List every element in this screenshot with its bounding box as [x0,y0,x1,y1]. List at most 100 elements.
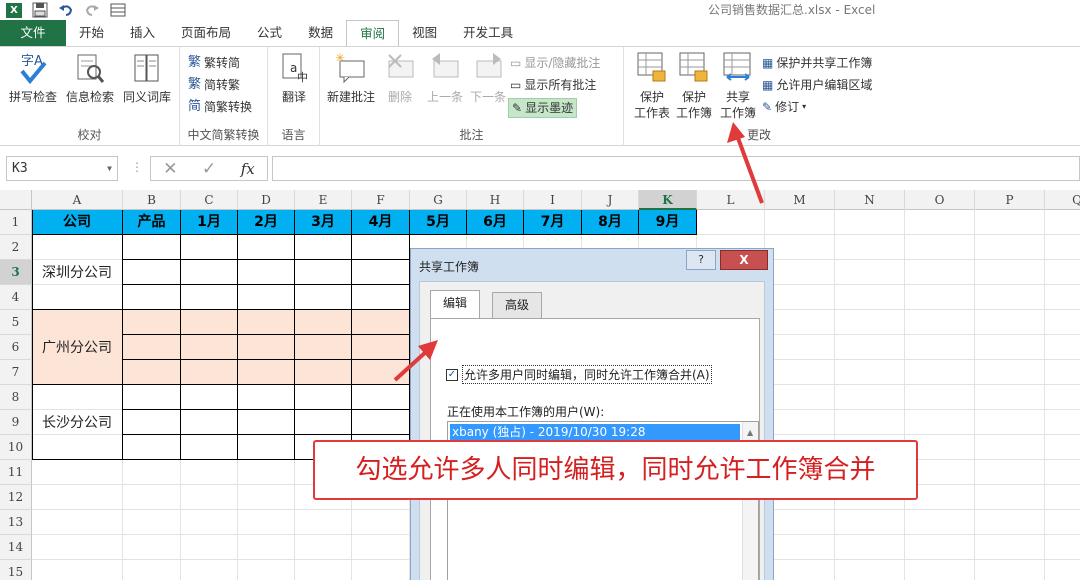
simp-to-trad-button[interactable]: 繁简转繁 [188,75,240,95]
table-cell[interactable] [181,360,238,385]
table-header-cell[interactable]: 8月 [582,210,639,235]
previous-comment-button[interactable]: 上一条 [422,51,468,105]
table-cell[interactable] [181,385,238,410]
protect-workbook-button[interactable]: 保护 工作簿 [672,51,716,121]
tab-editing[interactable]: 编辑 [430,290,481,318]
select-all-corner[interactable] [0,190,32,210]
table-cell[interactable] [295,310,352,335]
table-cell[interactable] [181,435,238,460]
column-header-n[interactable]: N [835,190,905,210]
cancel-icon[interactable]: ✕ [163,159,177,179]
column-header-d[interactable]: D [238,190,295,210]
show-all-comments-button[interactable]: ▭ 显示所有批注 [510,75,596,95]
table-cell[interactable] [295,260,352,285]
column-header-l[interactable]: L [697,190,765,210]
row-header-12[interactable]: 12 [0,485,32,510]
table-cell[interactable] [238,360,295,385]
close-button[interactable]: X [720,250,768,270]
column-header-a[interactable]: A [32,190,123,210]
table-cell[interactable] [238,310,295,335]
row-header-9[interactable]: 9 [0,410,32,435]
allow-multiuser-checkbox[interactable]: ✓ 允许多用户同时编辑，同时允许工作簿合并(A) [446,365,712,384]
column-header-q[interactable]: Q [1045,190,1080,210]
form-icon[interactable] [110,2,126,18]
insert-function-icon[interactable]: fx [241,160,255,178]
new-comment-button[interactable]: ✳ 新建批注 [322,51,380,105]
table-cell[interactable] [123,385,181,410]
table-cell[interactable] [295,385,352,410]
row-header-10[interactable]: 10 [0,435,32,460]
table-cell[interactable] [352,285,410,310]
translate-button[interactable]: a中 翻译 [272,51,316,105]
spell-check-button[interactable]: 字A 拼写检查 [6,51,60,105]
trad-to-simp-button[interactable]: 繁繁转简 [188,53,240,73]
table-cell[interactable] [352,335,410,360]
table-header-cell[interactable]: 公司 [32,210,123,235]
enter-icon[interactable]: ✓ [202,159,216,179]
thesaurus-button[interactable]: 同义词库 [118,51,176,105]
tab-page-layout[interactable]: 页面布局 [168,20,244,46]
table-cell[interactable] [123,410,181,435]
column-header-o[interactable]: O [905,190,975,210]
column-header-b[interactable]: B [123,190,181,210]
table-cell[interactable] [238,435,295,460]
allow-edit-ranges-button[interactable]: ▦ 允许用户编辑区域 [762,75,872,95]
column-header-c[interactable]: C [181,190,238,210]
company-cell[interactable]: 长沙分公司 [32,385,123,460]
table-cell[interactable] [352,410,410,435]
table-cell[interactable] [181,310,238,335]
table-cell[interactable] [295,235,352,260]
column-header-f[interactable]: F [352,190,410,210]
show-hide-comment-button[interactable]: ▭ 显示/隐藏批注 [510,53,600,73]
table-cell[interactable] [123,435,181,460]
tab-advanced[interactable]: 高级 [492,292,543,318]
chinese-convert-button[interactable]: 简简繁转换 [188,97,252,117]
row-header-11[interactable]: 11 [0,460,32,485]
table-cell[interactable] [181,285,238,310]
table-cell[interactable] [181,260,238,285]
table-cell[interactable] [238,285,295,310]
table-header-cell[interactable]: 1月 [181,210,238,235]
show-ink-button[interactable]: ✎ 显示墨迹 [508,98,578,118]
research-button[interactable]: 信息检索 [62,51,118,105]
table-cell[interactable] [123,260,181,285]
table-header-cell[interactable]: 5月 [410,210,467,235]
column-header-k[interactable]: K [639,190,697,210]
table-cell[interactable] [238,335,295,360]
table-cell[interactable] [352,235,410,260]
table-header-cell[interactable]: 2月 [238,210,295,235]
table-header-cell[interactable]: 6月 [467,210,524,235]
row-header-14[interactable]: 14 [0,535,32,560]
row-header-8[interactable]: 8 [0,385,32,410]
undo-icon[interactable] [58,2,74,18]
table-cell[interactable] [352,360,410,385]
column-header-i[interactable]: I [524,190,582,210]
share-workbook-button[interactable]: 共享 工作簿 [716,51,760,121]
delete-comment-button[interactable]: 删除 [380,51,420,105]
tab-data[interactable]: 数据 [295,20,346,46]
column-header-m[interactable]: M [765,190,835,210]
table-cell[interactable] [295,410,352,435]
table-cell[interactable] [352,385,410,410]
tab-developer[interactable]: 开发工具 [450,20,526,46]
tab-formulas[interactable]: 公式 [244,20,295,46]
table-header-cell[interactable]: 3月 [295,210,352,235]
column-header-e[interactable]: E [295,190,352,210]
table-header-cell[interactable]: 7月 [524,210,582,235]
table-cell[interactable] [123,285,181,310]
list-item[interactable]: xbany (独占) - 2019/10/30 19:28 [450,424,740,441]
table-cell[interactable] [181,410,238,435]
table-cell[interactable] [181,235,238,260]
help-button[interactable]: ? [686,250,716,270]
table-cell[interactable] [123,310,181,335]
table-cell[interactable] [181,335,238,360]
row-header-4[interactable]: 4 [0,285,32,310]
table-header-cell[interactable]: 4月 [352,210,410,235]
row-header-6[interactable]: 6 [0,335,32,360]
table-cell[interactable] [123,235,181,260]
table-cell[interactable] [295,335,352,360]
tab-view[interactable]: 视图 [399,20,450,46]
row-header-5[interactable]: 5 [0,310,32,335]
name-box[interactable]: K3 ▼ [6,156,118,181]
row-header-15[interactable]: 15 [0,560,32,580]
